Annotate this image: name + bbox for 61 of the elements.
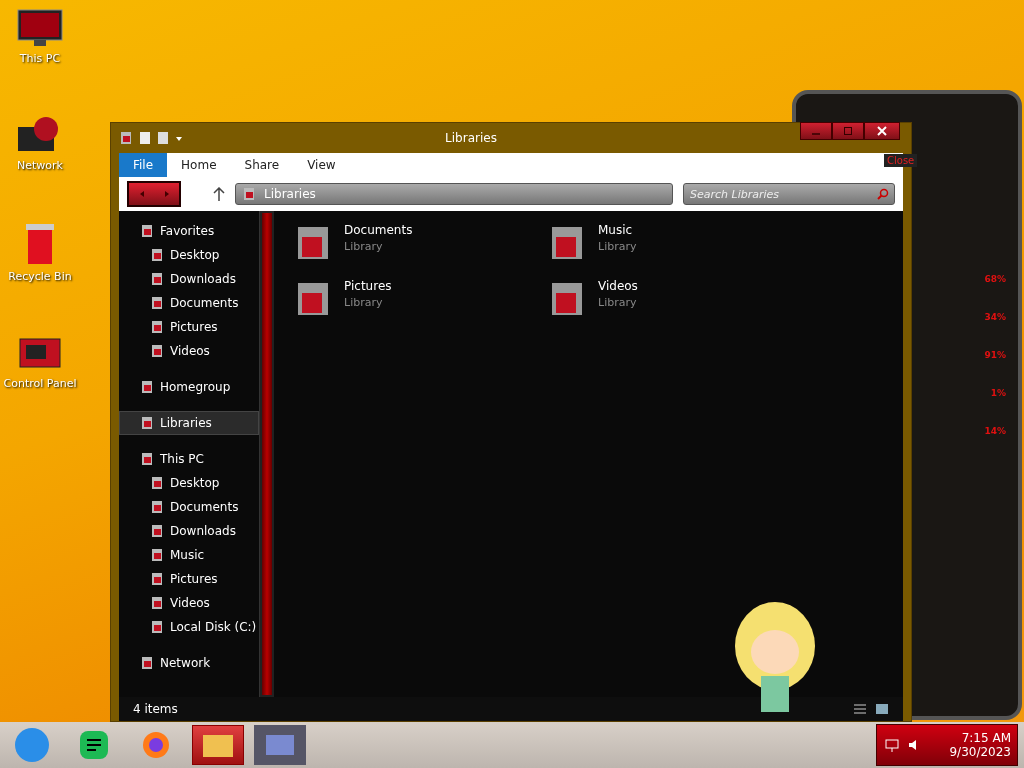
dropdown-icon[interactable] [175,134,183,142]
gadget-reading: 91% [984,350,1006,360]
network-icon[interactable] [883,737,899,753]
minimize-button[interactable] [800,122,832,140]
sidebar-item[interactable]: Libraries [119,411,259,435]
large-icons-view-icon[interactable] [875,703,889,715]
right-arrow-icon [162,190,171,198]
taskbar-app[interactable] [192,725,244,765]
clock-date[interactable]: 9/30/2023 [949,745,1011,759]
clock-time[interactable]: 7:15 AM [961,731,1011,745]
browser-icon [141,730,171,760]
sidebar-item[interactable]: Local Disk (C:) [119,615,259,639]
sidebar-item[interactable]: Documents [119,291,259,315]
library-name: Pictures [344,279,392,293]
sidebar-item[interactable]: Music [119,543,259,567]
monitor-icon [16,8,64,48]
library-name: Videos [598,279,638,293]
library-type: Library [598,240,637,253]
sidebar-item[interactable]: This PC [119,447,259,471]
library-name: Documents [344,223,413,237]
sidebar-item[interactable]: Favorites [119,219,259,243]
item-count: 4 items [133,702,178,716]
close-icon [877,126,887,136]
sidebar-item[interactable]: Downloads [119,267,259,291]
sidebar-item[interactable]: Videos [119,339,259,363]
details-view-icon[interactable] [853,703,867,715]
library-tile[interactable]: Documents Library [294,223,548,279]
library-tile[interactable]: Videos Library [548,279,802,335]
back-forward-button[interactable] [127,181,181,207]
sidebar-item[interactable]: Network [119,651,259,675]
gadget-reading: 14% [984,426,1006,436]
gadget-reading: 68% [984,274,1006,284]
sidebar-item[interactable]: Videos [119,591,259,615]
notes-icon [79,730,109,760]
sidebar-item[interactable]: Downloads [119,519,259,543]
library-tile[interactable]: Music Library [548,223,802,279]
close-button[interactable] [864,122,900,140]
search-icon[interactable] [877,188,889,200]
sidebar-item[interactable]: Documents [119,495,259,519]
gadget-reading: 1% [990,388,1006,398]
library-tile[interactable]: Pictures Library [294,279,548,335]
library-name: Music [598,223,634,237]
library-type: Library [598,296,638,309]
sidebar-item[interactable]: Homegroup [119,375,259,399]
library-type: Library [344,296,384,309]
sidebar-item[interactable]: Pictures [119,567,259,591]
sidebar-item[interactable]: Pictures [119,315,259,339]
square-icon [844,127,852,135]
ribbon-tab[interactable]: File [119,153,168,177]
card-icon [265,734,295,756]
scrollbar[interactable] [259,211,274,697]
window-title: Libraries [445,131,498,145]
search-field[interactable]: Search Libraries [683,183,895,205]
up-arrow-icon[interactable] [213,187,225,201]
library-type: Library [344,240,384,253]
document-icon[interactable] [139,131,151,145]
gadget-reading: 34% [984,312,1006,322]
sidebar-item[interactable]: Desktop [119,471,259,495]
sidebar-item[interactable]: Desktop [119,243,259,267]
orb-icon [14,727,50,763]
tooltip: Close [884,154,918,167]
